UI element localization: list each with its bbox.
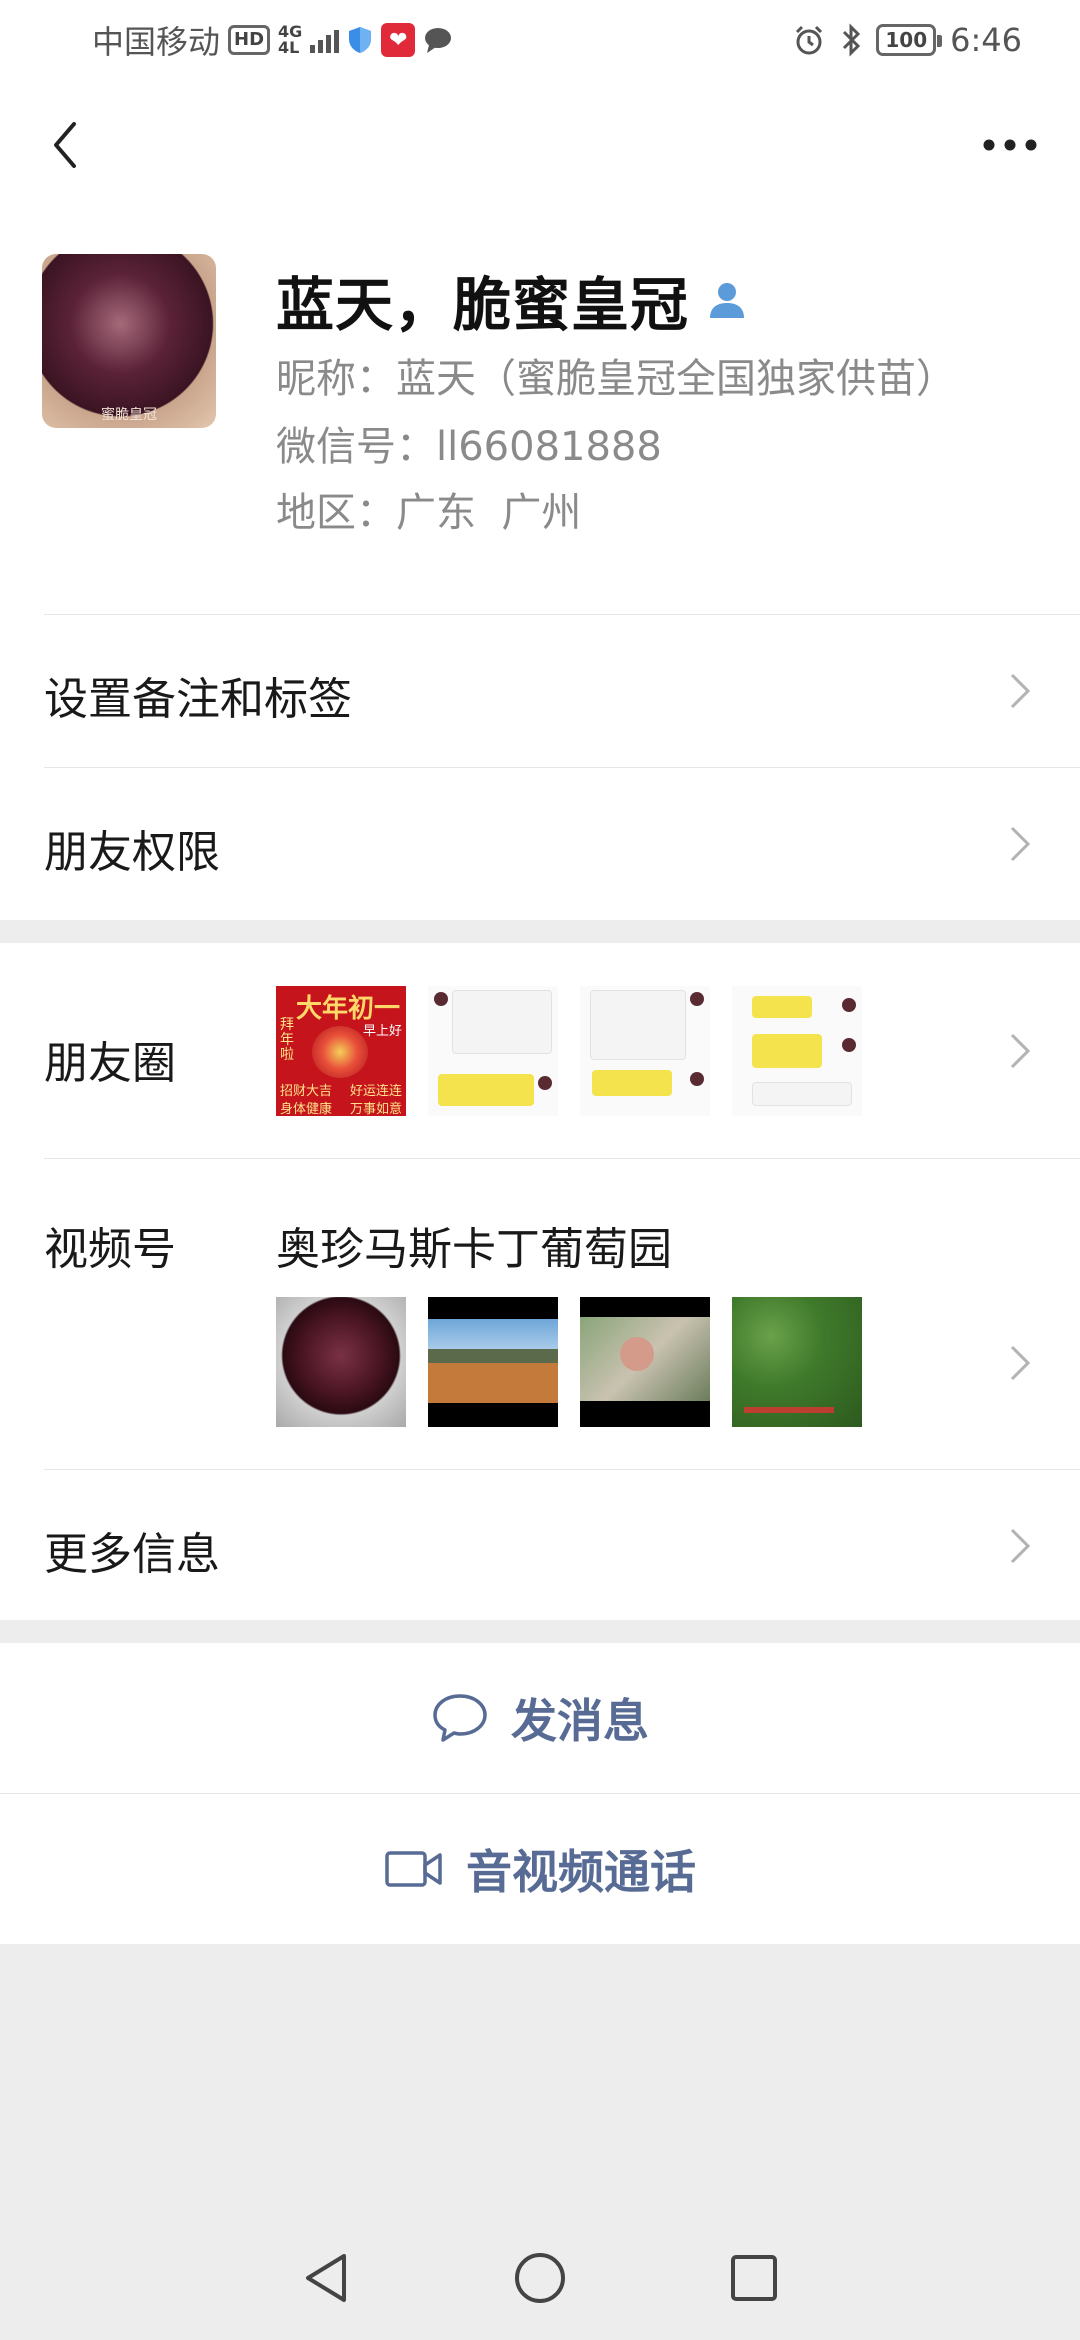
thumb-text: 招财大吉 (280, 1084, 333, 1099)
system-home-button[interactable] (512, 2250, 568, 2310)
video-call-button[interactable]: 音视频通话 (0, 1794, 1080, 1944)
moments-row[interactable]: 朋友圈 大年初一 拜年啦 早上好 招财大吉 好运连连 身体健康 万事如意 (0, 943, 1080, 1158)
more-dots-icon (983, 139, 1037, 151)
back-arrow-icon (54, 122, 76, 168)
square-recents-icon (731, 2255, 777, 2301)
video-camera-icon (385, 1851, 442, 1887)
back-button[interactable] (30, 110, 100, 180)
nickname: 昵称：蓝天（蜜脆皇冠全国独家供苗） (276, 356, 956, 402)
flower-graphic (312, 1026, 368, 1078)
system-back-button[interactable] (300, 2250, 352, 2310)
send-message-label: 发消息 (511, 1694, 649, 1748)
alarm-icon (796, 25, 823, 55)
more-info-label: 更多信息 (44, 1529, 220, 1580)
network-type: 4G 4L (278, 24, 302, 56)
hd-badge: HD (228, 25, 271, 55)
moments-thumbnail (428, 986, 558, 1116)
channel-video-thumbnail (732, 1297, 862, 1427)
status-right: 100 6:46 (792, 18, 1022, 62)
chevron-right-icon (1010, 1528, 1031, 1564)
avatar[interactable]: 蜜脆皇冠 (42, 254, 216, 428)
friend-permissions-row[interactable]: 朋友权限 (0, 768, 1080, 920)
channels-account-name: 奥珍马斯卡丁葡萄园 (276, 1224, 672, 1275)
chevron-right-icon (1010, 673, 1031, 709)
moments-thumbnail: 大年初一 拜年啦 早上好 招财大吉 好运连连 身体健康 万事如意 (276, 986, 406, 1116)
status-bar: 中国移动 HD 4G 4L ❤ 100 6:46 (0, 0, 1080, 80)
video-call-label: 音视频通话 (466, 1845, 696, 1899)
settings-group: 设置备注和标签 朋友权限 (0, 615, 1080, 920)
display-name: 蓝天，脆蜜皇冠 (276, 271, 690, 339)
thumb-text: 早上好 (362, 1024, 402, 1039)
circle-home-icon (515, 2253, 565, 2303)
thumb-text: 身体健康 (280, 1102, 333, 1116)
region: 地区：广东 广州 (276, 490, 582, 536)
chat-notification-icon (425, 28, 452, 53)
chevron-right-icon (1010, 826, 1031, 862)
contact-person-icon (710, 283, 745, 318)
thumb-text: 万事如意 (349, 1102, 402, 1116)
wechat-id: 微信号：ll66081888 (276, 424, 662, 470)
app-notification-icon: ❤ (381, 23, 416, 57)
clock: 6:46 (950, 21, 1022, 59)
triangle-back-icon (306, 2254, 346, 2302)
moments-thumbnail (580, 986, 710, 1116)
channels-row[interactable]: 视频号 奥珍马斯卡丁葡萄园 (0, 1159, 1080, 1469)
thumb-text: 拜年啦 (280, 1017, 294, 1063)
thumb-text: 好运连连 (349, 1084, 402, 1099)
carrier-name: 中国移动 (92, 23, 221, 61)
chevron-right-icon (1010, 1033, 1031, 1069)
bluetooth-icon (843, 23, 861, 57)
more-options-button[interactable] (970, 110, 1050, 180)
content-group: 朋友圈 大年初一 拜年啦 早上好 招财大吉 好运连连 身体健康 万事如意 视频号… (0, 943, 1080, 1620)
signal-icon (310, 27, 340, 53)
channel-video-thumbnail (428, 1297, 558, 1427)
more-info-row[interactable]: 更多信息 (0, 1470, 1080, 1620)
network-sub-label: 4L (278, 38, 300, 57)
channels-label: 视频号 (44, 1224, 176, 1275)
send-message-button[interactable]: 发消息 (0, 1643, 1080, 1793)
remark-tags-label: 设置备注和标签 (44, 674, 352, 725)
name-row: 蓝天，脆蜜皇冠 (276, 258, 749, 342)
shield-icon (349, 27, 372, 53)
friend-permissions-label: 朋友权限 (44, 827, 220, 878)
status-left: 中国移动 HD 4G 4L ❤ (92, 18, 453, 62)
moments-thumbnail (732, 986, 862, 1116)
chat-bubble-icon (433, 1694, 487, 1742)
top-nav-bar (0, 80, 1080, 210)
system-navigation-bar (0, 2220, 1080, 2340)
profile-header: 蜜脆皇冠 蓝天，脆蜜皇冠 昵称：蓝天（蜜脆皇冠全国独家供苗） 微信号：ll660… (0, 210, 1080, 615)
moments-label: 朋友圈 (44, 1038, 176, 1089)
remark-tags-row[interactable]: 设置备注和标签 (0, 615, 1080, 767)
avatar-watermark: 蜜脆皇冠 (101, 407, 157, 423)
channel-video-thumbnail (580, 1297, 710, 1427)
chevron-right-icon (1010, 1345, 1031, 1381)
battery-indicator: 100 (876, 24, 942, 56)
channel-video-thumbnail (276, 1297, 406, 1427)
system-recents-button[interactable] (728, 2252, 780, 2308)
